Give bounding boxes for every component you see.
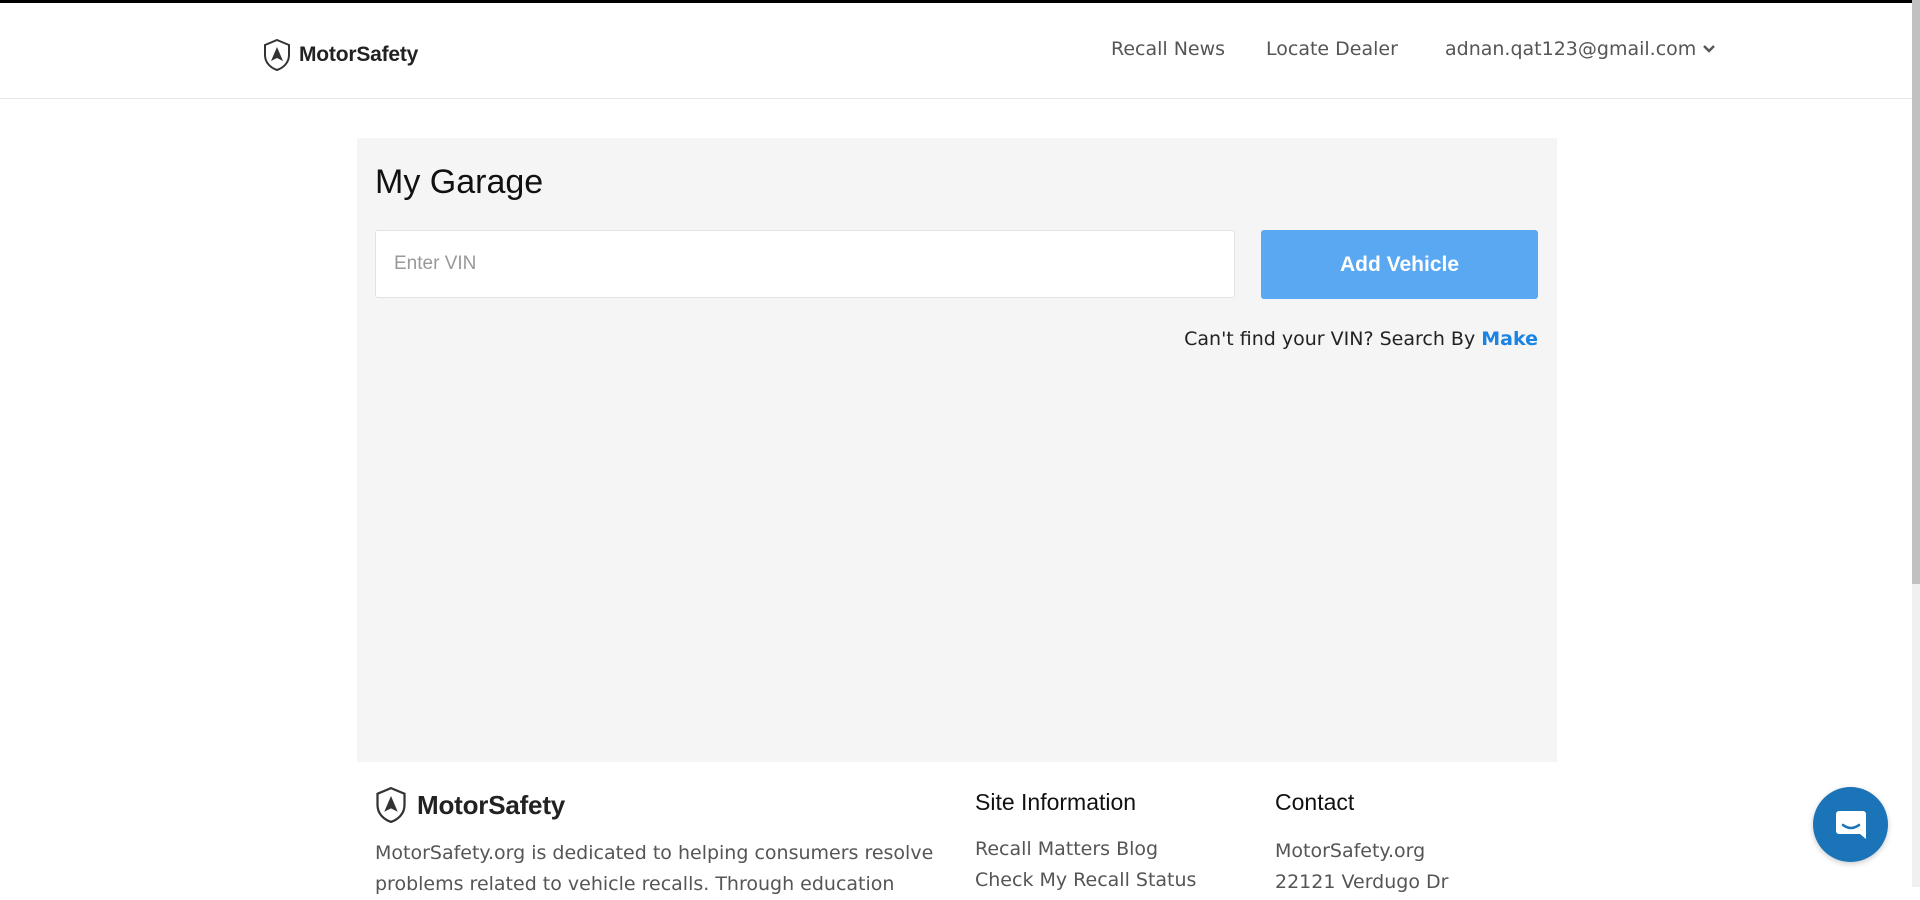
footer-logo-text: MotorSafety (417, 789, 566, 820)
user-menu[interactable]: adnan.qat123@gmail.com (1445, 38, 1716, 60)
footer-link-recall-blog[interactable]: Recall Matters Blog (975, 838, 1158, 860)
chat-bubble-icon (1835, 810, 1866, 839)
footer-description: MotorSafety.org is dedicated to helping … (375, 842, 934, 895)
logo-text: MotorSafety (299, 43, 419, 66)
site-header: MotorSafety Recall News Locate Dealer ad… (0, 3, 1912, 99)
contact-title: Contact (1275, 789, 1355, 815)
contact-line-address: 22121 Verdugo Dr (1275, 871, 1449, 893)
garage-panel: My Garage Add Vehicle Can't find your VI… (357, 138, 1557, 762)
shield-logo-icon (264, 39, 290, 71)
page-title: My Garage (375, 163, 544, 201)
search-make-link[interactable]: Make (1481, 328, 1538, 350)
chat-launcher-button[interactable] (1813, 787, 1888, 862)
search-by-make: Can't find your VIN? Search By Make (1184, 328, 1538, 350)
user-email: adnan.qat123@gmail.com (1445, 38, 1697, 60)
page-scrollbar[interactable] (1912, 0, 1920, 887)
chevron-down-icon (1703, 45, 1716, 53)
search-prompt: Can't find your VIN? Search By (1184, 328, 1476, 350)
header-logo[interactable]: MotorSafety (263, 39, 418, 71)
footer-link-recall-status[interactable]: Check My Recall Status (975, 869, 1196, 891)
nav-recall-news[interactable]: Recall News (1111, 38, 1225, 60)
add-vehicle-button[interactable]: Add Vehicle (1261, 230, 1538, 299)
scrollbar-thumb[interactable] (1912, 0, 1920, 584)
site-information-title: Site Information (975, 789, 1137, 815)
footer-logo[interactable]: MotorSafety (375, 787, 565, 823)
vin-input[interactable] (375, 230, 1235, 298)
shield-logo-icon (376, 787, 406, 823)
nav-locate-dealer[interactable]: Locate Dealer (1266, 38, 1398, 60)
contact-line-org: MotorSafety.org (1275, 840, 1426, 862)
